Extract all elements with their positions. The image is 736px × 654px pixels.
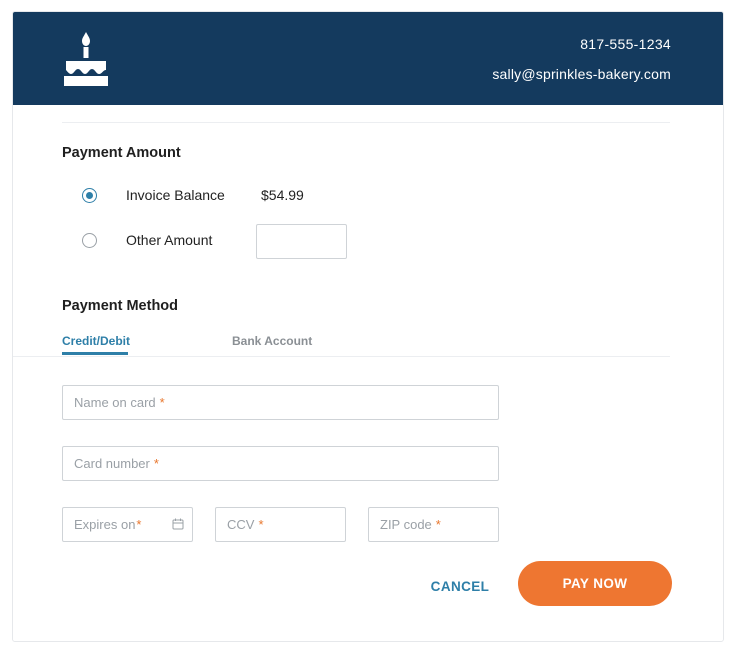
- other-amount-radio[interactable]: [82, 233, 97, 248]
- zip-code-placeholder: ZIP code: [380, 517, 432, 532]
- payment-method-title: Payment Method: [62, 298, 179, 314]
- header-bar: 817-555-1234 sally@sprinkles-bakery.com: [13, 12, 723, 105]
- tab-bank-account[interactable]: Bank Account: [232, 334, 312, 348]
- tab-credit-debit[interactable]: Credit/Debit: [62, 334, 130, 348]
- card-number-field[interactable]: Card number *: [62, 446, 499, 481]
- calendar-icon[interactable]: [172, 518, 184, 530]
- pay-now-button[interactable]: PAY NOW: [518, 561, 672, 606]
- zip-code-field[interactable]: ZIP code *: [368, 507, 499, 542]
- required-marker: *: [258, 517, 264, 532]
- ccv-placeholder: CCV: [227, 517, 255, 532]
- contact-phone: 817-555-1234: [580, 36, 671, 52]
- name-on-card-field[interactable]: Name on card *: [62, 385, 499, 420]
- payment-card: 817-555-1234 sally@sprinkles-bakery.com …: [12, 11, 724, 642]
- expires-on-field[interactable]: Expires on*: [62, 507, 193, 542]
- birthday-cake-icon: [64, 32, 108, 86]
- section-divider: [62, 122, 670, 123]
- other-amount-input[interactable]: [256, 224, 347, 259]
- name-on-card-placeholder: Name on card: [74, 395, 156, 410]
- card-number-placeholder: Card number: [74, 456, 150, 471]
- cancel-button[interactable]: CANCEL: [417, 571, 503, 601]
- other-amount-label: Other Amount: [126, 232, 213, 248]
- required-marker: *: [153, 456, 159, 471]
- expires-on-placeholder: Expires on: [74, 517, 136, 532]
- ccv-field[interactable]: CCV *: [215, 507, 346, 542]
- invoice-balance-amount: $54.99: [261, 187, 304, 203]
- tabs-divider: [13, 356, 670, 357]
- invoice-balance-label: Invoice Balance: [126, 187, 225, 203]
- required-marker: *: [159, 395, 165, 410]
- active-tab-indicator: [62, 352, 128, 355]
- required-marker: *: [136, 517, 142, 532]
- contact-email: sally@sprinkles-bakery.com: [492, 66, 671, 82]
- payment-amount-title: Payment Amount: [62, 145, 181, 161]
- required-marker: *: [435, 517, 441, 532]
- invoice-balance-radio[interactable]: [82, 188, 97, 203]
